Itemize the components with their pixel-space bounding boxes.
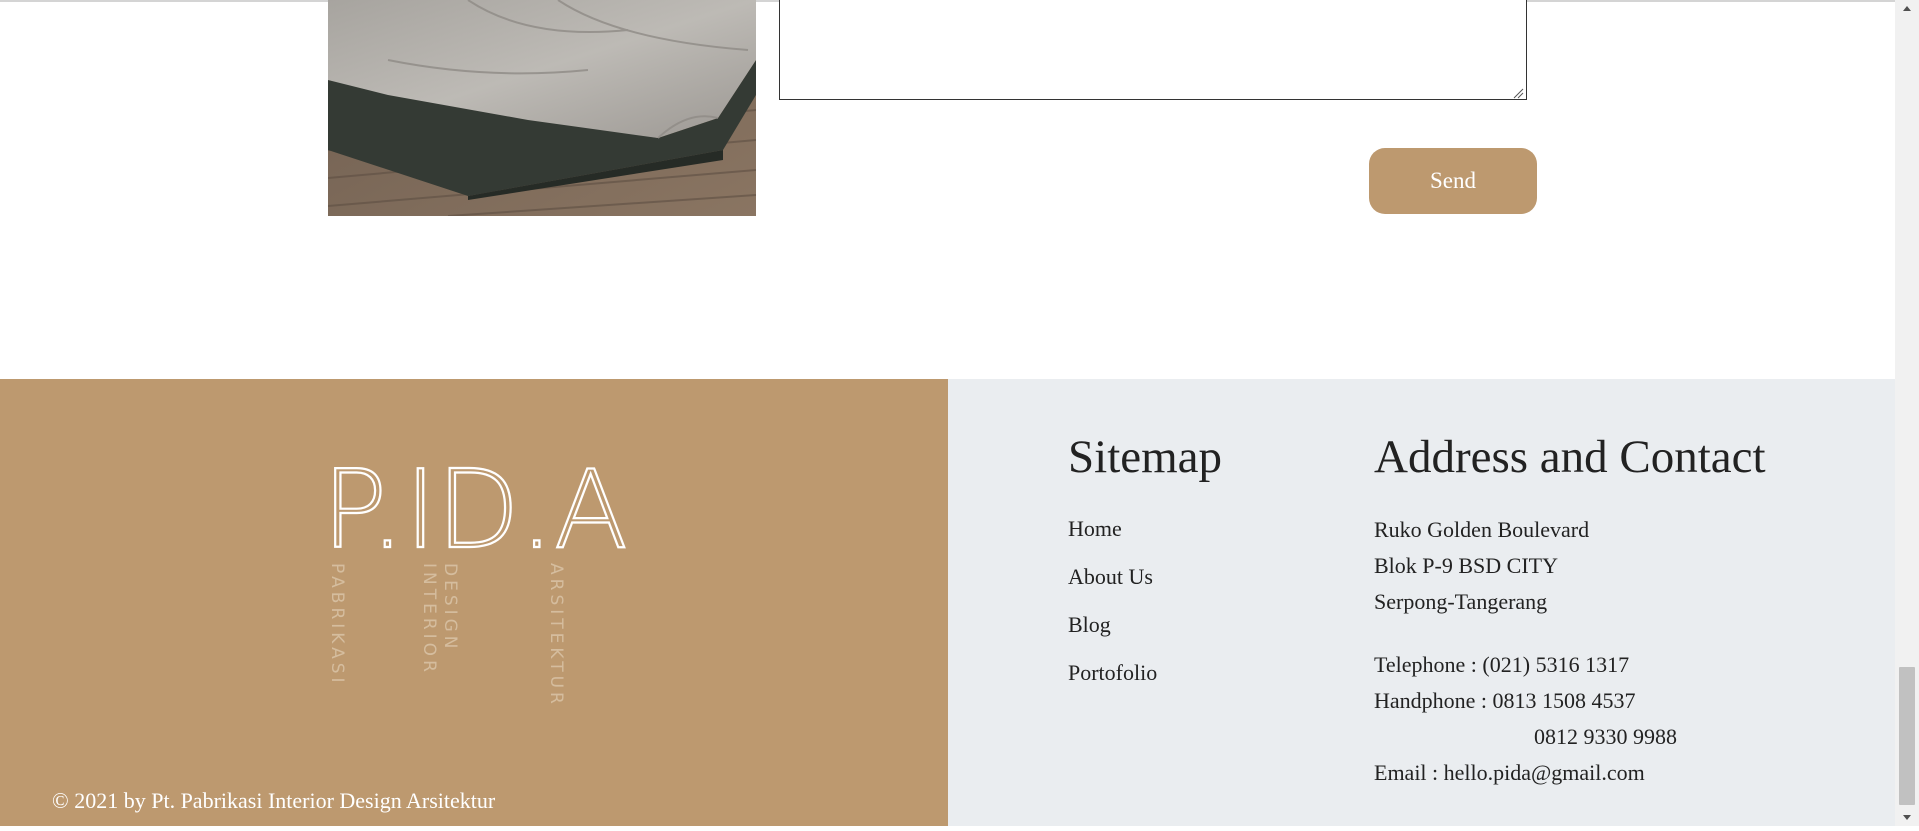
sitemap-item-about: About Us: [1068, 563, 1157, 611]
chevron-down-icon[interactable]: [1895, 809, 1919, 826]
pida-logo[interactable]: P.ID.A PABRIKASI INTERIOR DESIGN ARSITEK…: [320, 447, 640, 745]
logo-word-interior: INTERIOR: [419, 563, 439, 676]
address-line-1: Ruko Golden Boulevard: [1374, 517, 1590, 542]
sitemap-heading: Sitemap: [1068, 431, 1223, 483]
address-contact-heading: Address and Contact: [1374, 431, 1766, 483]
telephone-text: Telephone : (021) 5316 1317: [1374, 652, 1630, 677]
sitemap-list: Home About Us Blog Portofolio: [1068, 515, 1157, 707]
email-text: Email : hello.pida@gmail.com: [1374, 760, 1645, 785]
page: Send P.ID.A PABRIKASI INTERIOR DESIGN AR…: [0, 0, 1895, 826]
sitemap-link-blog[interactable]: Blog: [1068, 612, 1111, 637]
address-block: Ruko Golden Boulevard Blok P-9 BSD CITY …: [1374, 512, 1589, 620]
logo-wordmark: P.ID.A: [322, 455, 628, 573]
address-line-3: Serpong-Tangerang: [1374, 589, 1548, 614]
scrollbar-thumb[interactable]: [1899, 667, 1915, 805]
bedroom-photo: [328, 0, 756, 216]
message-textarea[interactable]: [779, 0, 1527, 100]
sitemap-link-portofolio[interactable]: Portofolio: [1068, 660, 1157, 685]
resize-grip-icon[interactable]: [1513, 86, 1524, 99]
logo-word-arsitektur: ARSITEKTUR: [546, 563, 566, 708]
contact-block: Telephone : (021) 5316 1317 Handphone : …: [1374, 647, 1677, 791]
sitemap-item-home: Home: [1068, 515, 1157, 563]
logo-word-pabrikasi: PABRIKASI: [327, 563, 347, 687]
vertical-scrollbar[interactable]: [1895, 0, 1919, 826]
sitemap-item-portofolio: Portofolio: [1068, 659, 1157, 707]
chevron-up-icon[interactable]: [1895, 0, 1919, 17]
logo-word-design: DESIGN: [440, 563, 460, 653]
send-button[interactable]: Send: [1369, 148, 1537, 214]
handphone-secondary-text: 0812 9330 9988: [1534, 724, 1677, 749]
sitemap-link-home[interactable]: Home: [1068, 516, 1122, 541]
sitemap-item-blog: Blog: [1068, 611, 1157, 659]
copyright-text: © 2021 by Pt. Pabrikasi Interior Design …: [52, 788, 496, 813]
handphone-text: Handphone : 0813 1508 4537: [1374, 688, 1636, 713]
sitemap-link-about-us[interactable]: About Us: [1068, 564, 1153, 589]
address-line-2: Blok P-9 BSD CITY: [1374, 553, 1558, 578]
